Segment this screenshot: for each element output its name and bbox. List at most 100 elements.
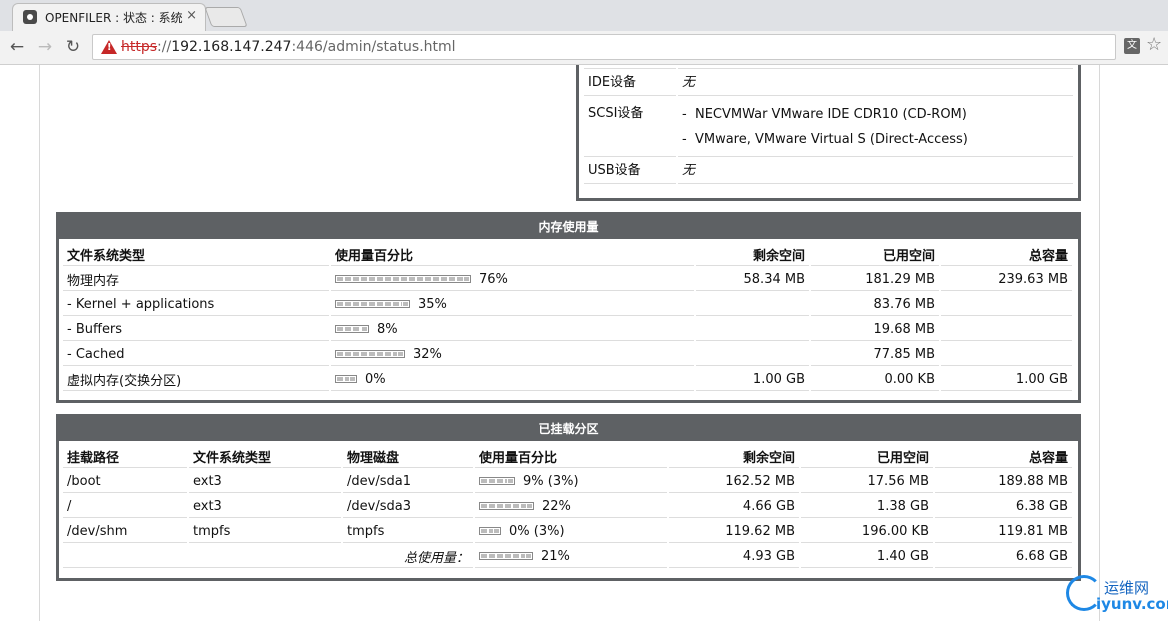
- physical-disk: /dev/sda3: [343, 495, 473, 518]
- bookmark-star-icon[interactable]: ☆: [1146, 34, 1162, 55]
- panel-title: 已挂载分区: [59, 417, 1078, 441]
- table-header-row: 挂载路径 文件系统类型 物理磁盘 使用量百分比 剩余空间 已用空间 总容量: [63, 445, 1072, 468]
- table-row: - Kernel + applications 35% 83.76 MB: [63, 293, 1072, 316]
- hardware-row-scsi: SCSI设备 - NECVMWar VMware IDE CDR10 (CD-R…: [584, 98, 1073, 157]
- physical-disk: tmpfs: [343, 520, 473, 543]
- physical-disk: /dev/sda1: [343, 470, 473, 493]
- page-border-left: [39, 65, 40, 621]
- column-header: 剩余空间: [696, 243, 809, 266]
- mounted-partitions-panel: 已挂载分区 挂载路径 文件系统类型 物理磁盘 使用量百分比 剩余空间 已用空间 …: [56, 414, 1081, 581]
- used-space: 19.68 MB: [811, 318, 939, 341]
- usage-percent: 0% (3%): [509, 523, 565, 539]
- usage-bar: [479, 502, 534, 510]
- browser-tabstrip: OPENFILER : 状态 : 系统 ×: [0, 0, 1168, 31]
- usage-cell: 35%: [331, 293, 694, 316]
- watermark-url-text: iyunv.com: [1096, 595, 1168, 613]
- free-space: 4.66 GB: [669, 495, 799, 518]
- new-tab-button[interactable]: [204, 7, 248, 27]
- column-header: 总容量: [941, 243, 1072, 266]
- used-space: 17.56 MB: [801, 470, 933, 493]
- total-space: 189.88 MB: [935, 470, 1072, 493]
- free-space: 1.00 GB: [696, 368, 809, 391]
- usage-percent: 76%: [479, 271, 508, 287]
- used-space: 196.00 KB: [801, 520, 933, 543]
- filesystem-type: tmpfs: [189, 520, 341, 543]
- total-space: 6.38 GB: [935, 495, 1072, 518]
- url-text[interactable]: https://192.168.147.247:446/admin/status…: [121, 39, 456, 55]
- browser-toolbar: ← → ↻ ! https://192.168.147.247:446/admi…: [0, 31, 1168, 65]
- list-item: - NECVMWar VMware IDE CDR10 (CD-ROM): [682, 107, 967, 122]
- panel-title: 内存使用量: [59, 215, 1078, 239]
- tab-title: OPENFILER : 状态 : 系统: [45, 11, 183, 25]
- forward-button[interactable]: →: [34, 37, 56, 57]
- usage-percent: 35%: [418, 296, 447, 312]
- usage-bar: [335, 375, 357, 383]
- usage-cell: 0%: [331, 368, 694, 391]
- used-space: 181.29 MB: [811, 268, 939, 291]
- column-header: 挂载路径: [63, 445, 187, 468]
- column-header: 使用量百分比: [475, 445, 667, 468]
- used-space: 77.85 MB: [811, 343, 939, 366]
- memory-table: 文件系统类型 使用量百分比 剩余空间 已用空间 总容量 物理内存 76% 58.34…: [61, 241, 1074, 393]
- filesystem-type: ext3: [189, 470, 341, 493]
- free-space: 119.62 MB: [669, 520, 799, 543]
- usage-percent: 21%: [541, 548, 570, 564]
- column-header: 文件系统类型: [63, 243, 329, 266]
- memory-type: - Cached: [63, 343, 329, 366]
- translate-icon[interactable]: 文: [1124, 38, 1140, 54]
- total-space: 1.00 GB: [941, 368, 1072, 391]
- hardware-value: 无: [678, 159, 1073, 184]
- watermark-logo: 运维网 iyunv.com: [1066, 573, 1168, 619]
- mounts-table: 挂载路径 文件系统类型 物理磁盘 使用量百分比 剩余空间 已用空间 总容量 /b…: [61, 443, 1074, 570]
- usage-bar: [335, 275, 471, 283]
- free-space: [696, 318, 809, 341]
- browser-tab-active[interactable]: OPENFILER : 状态 : 系统 ×: [12, 3, 206, 31]
- usage-bar: [479, 552, 533, 560]
- column-header: 文件系统类型: [189, 445, 341, 468]
- usage-cell: 76%: [331, 268, 694, 291]
- hardware-row-partial: [584, 65, 1073, 69]
- used-space: 0.00 KB: [811, 368, 939, 391]
- total-usage-label: 总使用量：: [63, 545, 473, 568]
- usage-bar: [479, 477, 515, 485]
- address-bar[interactable]: ! https://192.168.147.247:446/admin/stat…: [92, 34, 1116, 60]
- usage-percent: 22%: [542, 498, 571, 514]
- used-space: 1.40 GB: [801, 545, 933, 568]
- usage-percent: 0%: [365, 371, 386, 387]
- usage-cell: 32%: [331, 343, 694, 366]
- scsi-device-list: - NECVMWar VMware IDE CDR10 (CD-ROM) - V…: [682, 102, 1069, 152]
- usage-percent: 8%: [377, 321, 398, 337]
- usage-cell: 0% (3%): [475, 520, 667, 543]
- table-row: - Buffers 8% 19.68 MB: [63, 318, 1072, 341]
- usage-bar: [479, 527, 501, 535]
- used-space: 83.76 MB: [811, 293, 939, 316]
- page-content: IDE设备 无 SCSI设备 - NECVMWar VMware IDE CDR…: [0, 65, 1168, 621]
- usage-percent: 32%: [413, 346, 442, 362]
- hardware-row-ide: IDE设备 无: [584, 71, 1073, 96]
- table-row: 虚拟内存(交换分区) 0% 1.00 GB 0.00 KB 1.00 GB: [63, 368, 1072, 391]
- reload-button[interactable]: ↻: [62, 37, 84, 57]
- hardware-row-usb: USB设备 无: [584, 159, 1073, 184]
- total-space: [941, 343, 1072, 366]
- usage-cell: 8%: [331, 318, 694, 341]
- table-header-row: 文件系统类型 使用量百分比 剩余空间 已用空间 总容量: [63, 243, 1072, 266]
- table-row: 物理内存 76% 58.34 MB 181.29 MB 239.63 MB: [63, 268, 1072, 291]
- hardware-info-box: IDE设备 无 SCSI设备 - NECVMWar VMware IDE CDR…: [576, 65, 1081, 201]
- page-border-right: [1099, 65, 1100, 621]
- total-space: 119.81 MB: [935, 520, 1072, 543]
- back-button[interactable]: ←: [6, 37, 28, 57]
- column-header: 使用量百分比: [331, 243, 694, 266]
- total-space: [941, 293, 1072, 316]
- tab-close-icon[interactable]: ×: [186, 8, 197, 23]
- filesystem-type: ext3: [189, 495, 341, 518]
- table-row: /boot ext3/dev/sda1 9% (3%) 162.52 MB 17.56 …: [63, 470, 1072, 493]
- free-space: 162.52 MB: [669, 470, 799, 493]
- table-row: - Cached 32% 77.85 MB: [63, 343, 1072, 366]
- memory-type: - Buffers: [63, 318, 329, 341]
- memory-type: 物理内存: [63, 268, 329, 291]
- memory-type: - Kernel + applications: [63, 293, 329, 316]
- hardware-label: IDE设备: [584, 71, 676, 96]
- usage-cell: 21%: [475, 545, 667, 568]
- not-secure-warning-icon[interactable]: !: [101, 40, 117, 54]
- table-row: /dev/shm tmpfs tmpfs 0% (3%) 119.62 MB 196.00…: [63, 520, 1072, 543]
